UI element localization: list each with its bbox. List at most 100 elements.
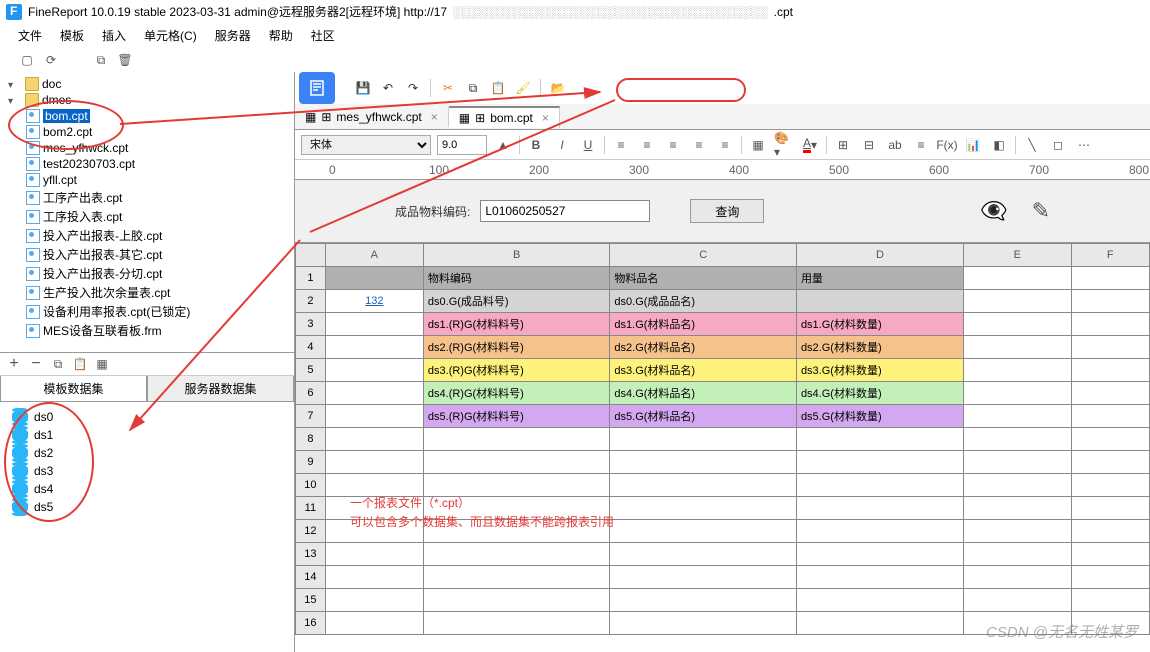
- cell[interactable]: 用量: [796, 267, 963, 290]
- indent-icon[interactable]: ≡: [911, 135, 931, 155]
- fx-icon[interactable]: F(x): [937, 135, 957, 155]
- align-center-icon[interactable]: ≡: [637, 135, 657, 155]
- cell[interactable]: ds2.G(材料数量): [796, 336, 963, 359]
- cell[interactable]: [796, 589, 963, 612]
- tree-file[interactable]: 设备利用率报表.cpt(已锁定): [2, 302, 292, 321]
- grid-area[interactable]: ABCDEF1物料编码物料品名用量2132ds0.G(成品料号)ds0.G(成品…: [295, 243, 1150, 652]
- eye-off-icon[interactable]: 👁‍🗨: [980, 198, 1007, 224]
- tree-file[interactable]: test20230703.cpt: [2, 156, 292, 172]
- tree-file[interactable]: MES设备互联看板.frm: [2, 321, 292, 340]
- row-number[interactable]: 4: [296, 336, 326, 359]
- cell[interactable]: [325, 267, 423, 290]
- cell[interactable]: [325, 612, 423, 635]
- refresh-icon[interactable]: ⟳: [42, 51, 60, 69]
- cell[interactable]: [1071, 566, 1149, 589]
- preview-button[interactable]: [299, 72, 335, 104]
- cell[interactable]: [1071, 267, 1149, 290]
- row-number[interactable]: 10: [296, 474, 326, 497]
- cell[interactable]: [325, 474, 423, 497]
- chevron-icon[interactable]: [8, 93, 22, 107]
- tab-template-ds[interactable]: 模板数据集: [0, 376, 147, 402]
- shape-icon[interactable]: ◻: [1048, 135, 1068, 155]
- cell[interactable]: 物料编码: [423, 267, 610, 290]
- cell[interactable]: [325, 543, 423, 566]
- cut-icon[interactable]: ✂: [438, 78, 458, 98]
- cell[interactable]: [1071, 428, 1149, 451]
- cell[interactable]: [1071, 382, 1149, 405]
- spreadsheet-grid[interactable]: ABCDEF1物料编码物料品名用量2132ds0.G(成品料号)ds0.G(成品…: [295, 243, 1150, 635]
- tree-folder[interactable]: doc: [2, 76, 292, 92]
- cell[interactable]: [796, 612, 963, 635]
- cell[interactable]: [963, 267, 1071, 290]
- cell[interactable]: [423, 612, 610, 635]
- cell[interactable]: [1071, 313, 1149, 336]
- cell[interactable]: ds1.G(材料数量): [796, 313, 963, 336]
- cell[interactable]: [325, 589, 423, 612]
- cell[interactable]: [1071, 451, 1149, 474]
- cell[interactable]: [423, 451, 610, 474]
- row-number[interactable]: 16: [296, 612, 326, 635]
- cell[interactable]: 物料品名: [610, 267, 797, 290]
- cell[interactable]: [1071, 405, 1149, 428]
- cell[interactable]: [325, 451, 423, 474]
- doc-tab[interactable]: ▦⊞mes_yfhwck.cpt×: [295, 107, 449, 127]
- cell[interactable]: [963, 497, 1071, 520]
- cell[interactable]: [1071, 290, 1149, 313]
- copy-ds-icon[interactable]: ⧉: [48, 355, 68, 373]
- menu-item[interactable]: 单元格(C): [144, 27, 197, 44]
- column-header[interactable]: F: [1071, 244, 1149, 267]
- settings-icon[interactable]: ▦: [92, 355, 112, 373]
- menu-item[interactable]: 模板: [60, 27, 84, 44]
- cell[interactable]: ds1.(R)G(材料料号): [423, 313, 610, 336]
- cell[interactable]: [963, 359, 1071, 382]
- cell[interactable]: ds5.(R)G(材料料号): [423, 405, 610, 428]
- cell[interactable]: [796, 451, 963, 474]
- redo-icon[interactable]: ↷: [403, 78, 423, 98]
- tree-file[interactable]: bom2.cpt: [2, 124, 292, 140]
- tree-file[interactable]: mes_yfhwck.cpt: [2, 140, 292, 156]
- ab-icon[interactable]: ab: [885, 135, 905, 155]
- chevron-icon[interactable]: [8, 77, 22, 91]
- chart-icon[interactable]: 📊: [963, 135, 983, 155]
- cell[interactable]: [796, 428, 963, 451]
- param-input[interactable]: [480, 200, 650, 222]
- cell[interactable]: ds3.G(材料品名): [610, 359, 797, 382]
- column-header[interactable]: D: [796, 244, 963, 267]
- cell[interactable]: [610, 474, 797, 497]
- column-header[interactable]: A: [325, 244, 423, 267]
- cell[interactable]: [325, 428, 423, 451]
- cell[interactable]: [1071, 543, 1149, 566]
- cell[interactable]: [963, 336, 1071, 359]
- cell[interactable]: [796, 497, 963, 520]
- cell[interactable]: [325, 382, 423, 405]
- copy2-icon[interactable]: ⧉: [463, 78, 483, 98]
- align-right-icon[interactable]: ≡: [663, 135, 683, 155]
- align-top-icon[interactable]: ≡: [689, 135, 709, 155]
- cell[interactable]: [1071, 359, 1149, 382]
- cell[interactable]: [1071, 589, 1149, 612]
- cell[interactable]: [423, 497, 610, 520]
- align-mid-icon[interactable]: ≡: [715, 135, 735, 155]
- remove-button[interactable]: −: [26, 355, 46, 373]
- cell[interactable]: [325, 405, 423, 428]
- column-header[interactable]: C: [610, 244, 797, 267]
- cell[interactable]: [963, 382, 1071, 405]
- cell[interactable]: [610, 428, 797, 451]
- grid-corner[interactable]: [296, 244, 326, 267]
- cell[interactable]: ds4.(R)G(材料料号): [423, 382, 610, 405]
- cell[interactable]: [325, 336, 423, 359]
- tree-file[interactable]: 投入产出报表-上胶.cpt: [2, 226, 292, 245]
- edit-icon[interactable]: ✎: [1032, 198, 1050, 224]
- new-icon[interactable]: ▢: [18, 51, 36, 69]
- cell[interactable]: [325, 520, 423, 543]
- font-family-select[interactable]: 宋体: [301, 135, 431, 155]
- delete-icon[interactable]: 🗑: [116, 51, 134, 69]
- size-up-icon[interactable]: ▲: [493, 135, 513, 155]
- cell[interactable]: [1071, 520, 1149, 543]
- file-tree[interactable]: docdmesbom.cptbom2.cptmes_yfhwck.cpttest…: [0, 72, 294, 352]
- row-number[interactable]: 8: [296, 428, 326, 451]
- dataset-item[interactable]: ds4: [12, 480, 282, 498]
- cell[interactable]: [963, 474, 1071, 497]
- tree-file[interactable]: bom.cpt: [2, 108, 292, 124]
- cell[interactable]: [796, 543, 963, 566]
